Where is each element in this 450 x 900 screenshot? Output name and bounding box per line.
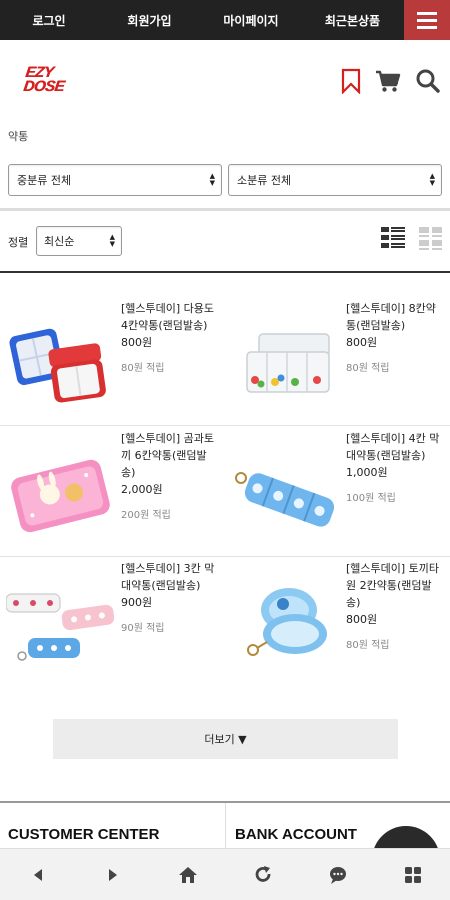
product-name[interactable]: [헬스투데이] 8칸약통(랜덤발송): [346, 300, 446, 334]
small-category-select[interactable]: 소분류 전체 ▲ ▼: [228, 164, 442, 196]
product-name[interactable]: [헬스투데이] 곰과토끼 6칸약통(랜덤발송): [121, 430, 221, 481]
bottom-toolbar: [0, 848, 450, 900]
product-info: [헬스투데이] 곰과토끼 6칸약통(랜덤발송) 2,000원 200원 적립: [121, 430, 221, 521]
site-logo[interactable]: EZY DOSE: [22, 64, 79, 100]
product-name[interactable]: [헬스투데이] 토끼타원 2칸약통(랜덤발송): [346, 560, 446, 611]
middle-category-value: 중분류 전체: [17, 174, 72, 187]
product-card[interactable]: [헬스투데이] 8칸약통(랜덤발송) 800원 80원 적립: [225, 300, 450, 430]
small-category-value: 소분류 전체: [237, 174, 292, 187]
forward-icon[interactable]: [103, 865, 123, 885]
load-more-button[interactable]: 더보기 ▼: [53, 719, 398, 759]
bookmark-icon[interactable]: [338, 68, 364, 94]
product-info: [헬스투데이] 다용도 4칸약통(랜덤발송) 800원 80원 적립: [121, 300, 221, 374]
product-image[interactable]: [6, 438, 114, 544]
mypage-link[interactable]: 마이페이지: [201, 0, 301, 40]
product-card[interactable]: [헬스투데이] 3칸 막대약통(랜덤발송) 900원 90원 적립: [0, 560, 225, 690]
product-points: 80원 적립: [346, 363, 390, 374]
breadcrumb[interactable]: 약통: [8, 128, 28, 144]
refresh-icon[interactable]: [253, 865, 273, 885]
middle-category-select[interactable]: 중분류 전체 ▲ ▼: [8, 164, 222, 196]
logo-line-2: DOSE: [22, 78, 66, 95]
product-info: [헬스투데이] 8칸약통(랜덤발송) 800원 80원 적립: [346, 300, 446, 374]
product-price: 1,000원: [346, 466, 388, 479]
product-info: [헬스투데이] 토끼타원 2칸약통(랜덤발송) 800원 80원 적립: [346, 560, 446, 651]
product-info: [헬스투데이] 3칸 막대약통(랜덤발송) 900원 90원 적립: [121, 560, 221, 634]
hamburger-icon-bar: [417, 11, 437, 15]
site-header: EZY DOSE: [0, 40, 450, 120]
product-price: 2,000원: [121, 483, 163, 496]
home-icon[interactable]: [178, 865, 198, 885]
product-price: 900원: [121, 596, 153, 609]
join-link[interactable]: 회원가입: [98, 0, 201, 40]
product-image[interactable]: [6, 568, 114, 674]
login-link[interactable]: 로그인: [0, 0, 98, 40]
product-points: 80원 적립: [346, 640, 390, 651]
product-image[interactable]: [231, 568, 339, 674]
select-arrows-icon: ▲ ▼: [429, 172, 435, 187]
select-arrows-icon: ▲ ▼: [109, 233, 115, 248]
customer-center-heading: CUSTOMER CENTER: [8, 826, 160, 843]
hamburger-icon-bar: [417, 25, 437, 29]
product-image[interactable]: [6, 308, 114, 414]
divider: [0, 271, 450, 273]
product-card[interactable]: [헬스투데이] 다용도 4칸약통(랜덤발송) 800원 80원 적립: [0, 300, 225, 430]
product-image[interactable]: [231, 438, 339, 544]
back-icon[interactable]: [28, 865, 48, 885]
product-points: 200원 적립: [121, 510, 171, 521]
product-image[interactable]: [231, 308, 339, 414]
product-card[interactable]: [헬스투데이] 곰과토끼 6칸약통(랜덤발송) 2,000원 200원 적립: [0, 430, 225, 560]
product-price: 800원: [346, 613, 378, 626]
product-card[interactable]: [헬스투데이] 4칸 막대약통(랜덤발송) 1,000원 100원 적립: [225, 430, 450, 560]
hamburger-menu-button[interactable]: [404, 0, 450, 40]
product-price: 800원: [121, 336, 153, 349]
sort-value: 최신순: [44, 235, 75, 248]
bank-account-heading: BANK ACCOUNT: [235, 826, 357, 843]
select-arrows-icon: ▲ ▼: [209, 172, 215, 187]
product-points: 100원 적립: [346, 493, 396, 504]
grid-view-icon[interactable]: [419, 226, 443, 250]
list-view-icon[interactable]: [381, 226, 405, 250]
row-divider: [0, 556, 450, 557]
product-points: 80원 적립: [121, 363, 165, 374]
divider: [0, 208, 450, 211]
apps-grid-icon[interactable]: [403, 865, 423, 885]
chat-icon[interactable]: [328, 865, 348, 885]
product-name[interactable]: [헬스투데이] 4칸 막대약통(랜덤발송): [346, 430, 446, 464]
hamburger-icon-bar: [417, 18, 437, 22]
row-divider: [0, 425, 450, 426]
sort-select[interactable]: 최신순 ▲ ▼: [36, 226, 122, 256]
product-price: 800원: [346, 336, 378, 349]
top-nav: 로그인 회원가입 마이페이지 최근본상품: [0, 0, 450, 40]
product-card[interactable]: [헬스투데이] 토끼타원 2칸약통(랜덤발송) 800원 80원 적립: [225, 560, 450, 690]
cart-icon[interactable]: [375, 68, 401, 94]
product-info: [헬스투데이] 4칸 막대약통(랜덤발송) 1,000원 100원 적립: [346, 430, 446, 504]
product-name[interactable]: [헬스투데이] 다용도 4칸약통(랜덤발송): [121, 300, 221, 334]
sort-label: 정렬: [8, 236, 29, 249]
search-icon[interactable]: [415, 68, 441, 94]
product-points: 90원 적립: [121, 623, 165, 634]
footer-column-divider: [225, 803, 226, 848]
product-name[interactable]: [헬스투데이] 3칸 막대약통(랜덤발송): [121, 560, 221, 594]
recent-products-link[interactable]: 최근본상품: [301, 0, 404, 40]
